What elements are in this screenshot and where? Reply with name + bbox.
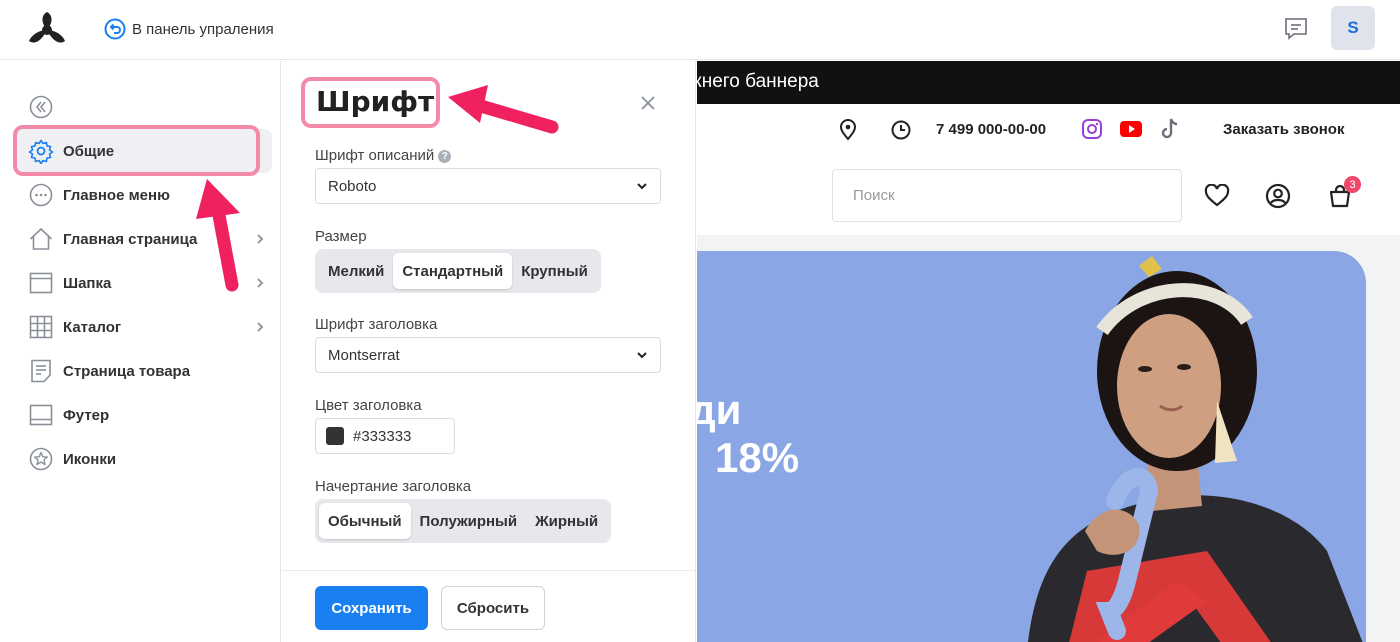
dots-circle-icon (29, 183, 53, 207)
chevron-right-icon (257, 278, 264, 288)
sidebar-item-label: Страница товара (63, 362, 191, 380)
collapse-sidebar-icon[interactable] (29, 95, 53, 119)
chevron-right-icon (257, 322, 264, 332)
sidebar-item-label: Иконки (63, 450, 117, 468)
style-option-regular[interactable]: Обычный (319, 503, 411, 539)
promo-banner[interactable]: ди 18% (697, 251, 1366, 642)
sidebar-item-catalog[interactable]: Каталог (16, 305, 272, 349)
announcement-bar: жнего баннера (697, 61, 1400, 104)
help-icon[interactable]: ? (438, 150, 452, 163)
heading-style-segmented-control: Обычный Полужирный Жирный (315, 499, 612, 543)
highlight-frame (13, 125, 260, 176)
location-pin-icon[interactable] (838, 119, 858, 141)
back-link-label: В панель упраления (132, 20, 274, 38)
save-button[interactable]: Сохранить (315, 586, 428, 630)
sidebar-item-label: Главная страница (63, 230, 198, 248)
desc-font-label: Шрифт описаний? (315, 147, 452, 164)
announcement-text: жнего баннера (697, 71, 819, 92)
youtube-icon[interactable] (1119, 120, 1143, 138)
heading-color-input[interactable]: #333333 (315, 418, 455, 454)
heading-color-label: Цвет заголовка (315, 397, 422, 414)
reset-button[interactable]: Сбросить (441, 586, 545, 630)
sidebar-item-footer[interactable]: Футер (16, 393, 272, 437)
chat-icon[interactable] (1283, 16, 1309, 42)
heart-icon[interactable] (1204, 184, 1230, 208)
chevron-right-icon (257, 234, 264, 244)
sidebar-item-label: Каталог (63, 318, 122, 336)
highlight-frame (301, 77, 440, 128)
color-value: #333333 (353, 427, 412, 445)
style-option-bold[interactable]: Жирный (526, 503, 607, 539)
search-input[interactable]: Поиск (832, 169, 1182, 222)
star-circle-icon (29, 447, 53, 471)
size-segmented-control: Мелкий Стандартный Крупный (315, 249, 601, 293)
annotation-arrow-up (196, 179, 240, 292)
footer-layout-icon (29, 404, 53, 426)
sidebar-item-label: Футер (63, 406, 110, 424)
cart-count-badge: 3 (1344, 176, 1361, 193)
sidebar-item-label: Шапка (63, 274, 112, 292)
top-bar: В панель упраления S (0, 0, 1400, 60)
chevron-down-icon (637, 352, 647, 359)
font-settings-panel: Шрифт Шрифт описаний? Roboto Размер Мелк… (282, 61, 696, 642)
avatar[interactable]: S (1331, 6, 1375, 50)
clock-icon[interactable] (890, 119, 912, 141)
back-to-dashboard-link[interactable]: В панель упраления (104, 16, 274, 42)
size-option-large[interactable]: Крупный (512, 253, 597, 289)
site-preview: жнего баннера 7 499 000-00-00 Заказать з… (697, 61, 1400, 642)
size-label: Размер (315, 228, 367, 245)
banner-heading-line2: 18% (715, 434, 800, 481)
size-option-small[interactable]: Мелкий (319, 253, 393, 289)
banner-woman-illustration (1028, 256, 1363, 642)
heading-style-label: Начертание заголовка (315, 478, 472, 495)
banner-heading-line1: ди (697, 386, 742, 433)
home-icon (29, 227, 53, 250)
color-swatch[interactable] (326, 427, 344, 445)
document-icon (31, 359, 51, 383)
size-option-standard[interactable]: Стандартный (393, 253, 513, 289)
sidebar-item-label: Главное меню (63, 186, 170, 204)
tiktok-icon[interactable] (1159, 117, 1181, 141)
annotation-arrow-right (448, 85, 559, 134)
phone-number[interactable]: 7 499 000-00-00 (936, 121, 1046, 138)
header-layout-icon (29, 272, 53, 294)
close-icon[interactable] (638, 93, 658, 113)
panel-footer: Сохранить Сбросить (282, 570, 695, 642)
chevron-down-icon (637, 183, 647, 190)
heading-font-label: Шрифт заголовка (315, 316, 438, 333)
back-circle-icon (104, 18, 126, 40)
site-header: 7 499 000-00-00 Заказать звонок Поиск 3 (697, 104, 1400, 235)
sidebar: Общие Главное меню Главная страница Шапк… (0, 61, 281, 642)
logo-icon[interactable] (26, 10, 68, 48)
instagram-icon[interactable] (1081, 118, 1103, 140)
user-account-icon[interactable] (1265, 183, 1291, 209)
callback-link[interactable]: Заказать звонок (1223, 121, 1344, 138)
style-option-semibold[interactable]: Полужирный (411, 503, 527, 539)
grid-icon (29, 315, 53, 339)
sidebar-item-product-page[interactable]: Страница товара (16, 349, 272, 393)
heading-font-select[interactable]: Montserrat (315, 337, 661, 373)
desc-font-select[interactable]: Roboto (315, 168, 661, 204)
sidebar-item-icons[interactable]: Иконки (16, 437, 272, 481)
